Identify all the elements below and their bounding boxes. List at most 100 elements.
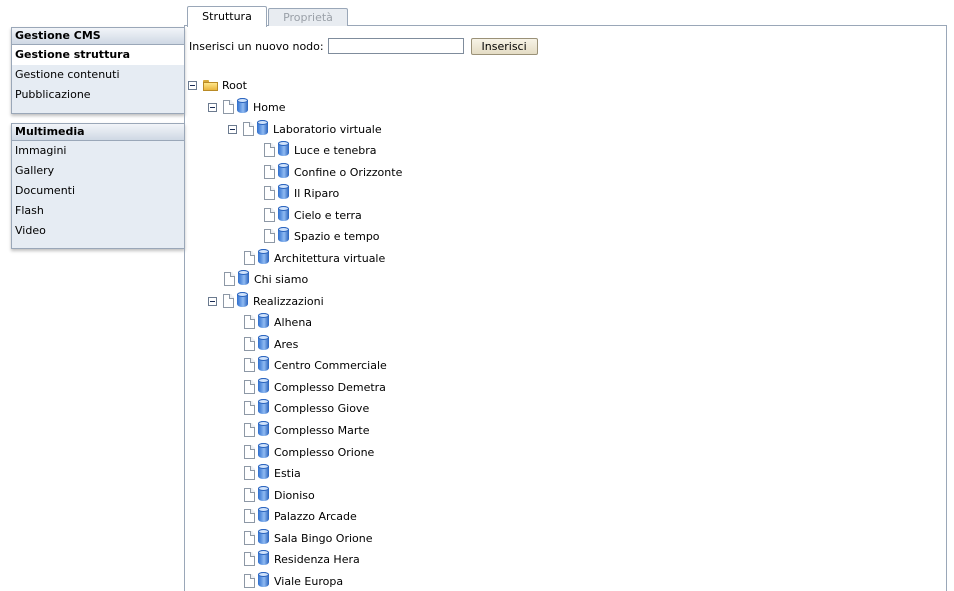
- database-icon: [237, 97, 248, 113]
- tree-node-label[interactable]: Centro Commerciale: [273, 359, 388, 372]
- tree-node-label[interactable]: Luce e tenebra: [293, 144, 378, 157]
- page-icon: [244, 315, 255, 329]
- sidebar-item-video[interactable]: Video: [12, 221, 185, 241]
- sidebar-item-pubblicazione[interactable]: Pubblicazione: [12, 85, 185, 105]
- tree-node-leaf: Centro Commerciale: [244, 355, 388, 375]
- page-icon: [244, 401, 255, 415]
- page-icon: [244, 531, 255, 545]
- tree-node-chi-siamo: Chi siamo: [224, 269, 309, 289]
- tree-node-leaf: Dioniso: [244, 485, 316, 505]
- page-icon: [244, 251, 255, 265]
- tree-node-home: Home: [208, 97, 286, 117]
- tree-node-label[interactable]: Root: [221, 79, 248, 92]
- tree-node-label[interactable]: Home: [252, 101, 286, 114]
- tree-node-leaf: Sala Bingo Orione: [244, 528, 374, 548]
- database-icon: [258, 571, 269, 587]
- tree-node-label[interactable]: Complesso Demetra: [273, 381, 387, 394]
- page-icon: [223, 100, 234, 114]
- database-icon: [258, 312, 269, 328]
- tree-node-label[interactable]: Alhena: [273, 316, 313, 329]
- page-icon: [244, 423, 255, 437]
- page-icon: [244, 358, 255, 372]
- tree-node-leaf: Complesso Demetra: [244, 377, 387, 397]
- page-icon: [224, 272, 235, 286]
- tree-node-leaf: Confine o Orizzonte: [264, 162, 403, 182]
- tree-node-leaf: Cielo e terra: [264, 205, 363, 225]
- tree-node-label[interactable]: Confine o Orizzonte: [293, 166, 403, 179]
- tree-node-label[interactable]: Complesso Marte: [273, 424, 370, 437]
- database-icon: [258, 442, 269, 458]
- page-icon: [244, 574, 255, 588]
- database-icon: [278, 162, 289, 178]
- panel-gestione-cms: Gestione CMS Gestione struttura Gestione…: [11, 27, 185, 114]
- panel-body-multimedia: Immagini Gallery Documenti Flash Video: [12, 141, 185, 248]
- tab-proprieta[interactable]: Proprietà: [268, 8, 348, 26]
- page-icon: [264, 143, 275, 157]
- database-icon: [258, 334, 269, 350]
- folder-icon: [203, 79, 218, 91]
- database-icon: [258, 528, 269, 544]
- sidebar-item-flash[interactable]: Flash: [12, 201, 185, 221]
- database-icon: [258, 355, 269, 371]
- tree-node-leaf: Complesso Orione: [244, 442, 375, 462]
- database-icon: [278, 205, 289, 221]
- page-icon: [244, 445, 255, 459]
- database-icon: [237, 291, 248, 307]
- tree-node-label[interactable]: Estia: [273, 467, 302, 480]
- tree-node-realizzazioni: Realizzazioni: [208, 291, 325, 311]
- page-icon: [244, 380, 255, 394]
- tree-node-leaf: Palazzo Arcade: [244, 506, 358, 526]
- tree-node-label[interactable]: Residenza Hera: [273, 553, 361, 566]
- tree-node-leaf: Estia: [244, 463, 302, 483]
- database-icon: [278, 226, 289, 242]
- tree-node-label[interactable]: Ares: [273, 338, 299, 351]
- database-icon: [258, 377, 269, 393]
- tree-node-label[interactable]: Cielo e terra: [293, 209, 363, 222]
- tab-struttura[interactable]: Struttura: [187, 6, 267, 27]
- insert-node-row: Inserisci un nuovo nodo: Inserisci: [189, 37, 538, 55]
- tree-node-leaf: Complesso Marte: [244, 420, 370, 440]
- sidebar-item-documenti[interactable]: Documenti: [12, 181, 185, 201]
- tree-node-label[interactable]: Palazzo Arcade: [273, 510, 358, 523]
- tree-node-laboratorio-virtuale: Laboratorio virtuale: [228, 119, 383, 139]
- tree-node-leaf: Alhena: [244, 312, 313, 332]
- sidebar-item-gallery[interactable]: Gallery: [12, 161, 185, 181]
- page-icon: [264, 229, 275, 243]
- sidebar-item-gestione-contenuti[interactable]: Gestione contenuti: [12, 65, 185, 85]
- collapse-icon[interactable]: [188, 80, 197, 90]
- tree-node-architettura-virtuale: Architettura virtuale: [244, 248, 386, 268]
- tree-node-label[interactable]: Complesso Giove: [273, 402, 370, 415]
- page-icon: [223, 294, 234, 308]
- tree-node-label[interactable]: Spazio e tempo: [293, 230, 381, 243]
- tree-node-label[interactable]: Sala Bingo Orione: [273, 532, 374, 545]
- page-icon: [264, 208, 275, 222]
- database-icon: [278, 183, 289, 199]
- database-icon: [258, 420, 269, 436]
- collapse-icon[interactable]: [228, 124, 237, 134]
- collapse-icon[interactable]: [208, 102, 217, 112]
- tree-node-label[interactable]: Laboratorio virtuale: [272, 123, 383, 136]
- database-icon: [278, 140, 289, 156]
- database-icon: [258, 485, 269, 501]
- tree-node-leaf: Spazio e tempo: [264, 226, 381, 246]
- sidebar-item-gestione-struttura[interactable]: Gestione struttura: [12, 45, 185, 65]
- page-icon: [243, 122, 254, 136]
- tree-node-label[interactable]: Il Riparo: [293, 187, 340, 200]
- insert-button[interactable]: Inserisci: [470, 37, 538, 55]
- page-icon: [244, 509, 255, 523]
- tree-node-leaf: Viale Europa: [244, 571, 344, 591]
- insert-node-input[interactable]: [327, 38, 464, 54]
- page-icon: [264, 186, 275, 200]
- tree-node-label[interactable]: Architettura virtuale: [273, 252, 386, 265]
- sidebar-item-immagini[interactable]: Immagini: [12, 141, 185, 161]
- tree-node-label[interactable]: Viale Europa: [273, 575, 344, 588]
- panel-header-cms: Gestione CMS: [12, 28, 185, 45]
- database-icon: [258, 398, 269, 414]
- tree-node-label[interactable]: Chi siamo: [253, 273, 309, 286]
- tree-node-label[interactable]: Dioniso: [273, 489, 316, 502]
- page-icon: [244, 552, 255, 566]
- page-icon: [264, 165, 275, 179]
- collapse-icon[interactable]: [208, 296, 217, 306]
- tree-node-label[interactable]: Complesso Orione: [273, 446, 375, 459]
- tree-node-label[interactable]: Realizzazioni: [252, 295, 325, 308]
